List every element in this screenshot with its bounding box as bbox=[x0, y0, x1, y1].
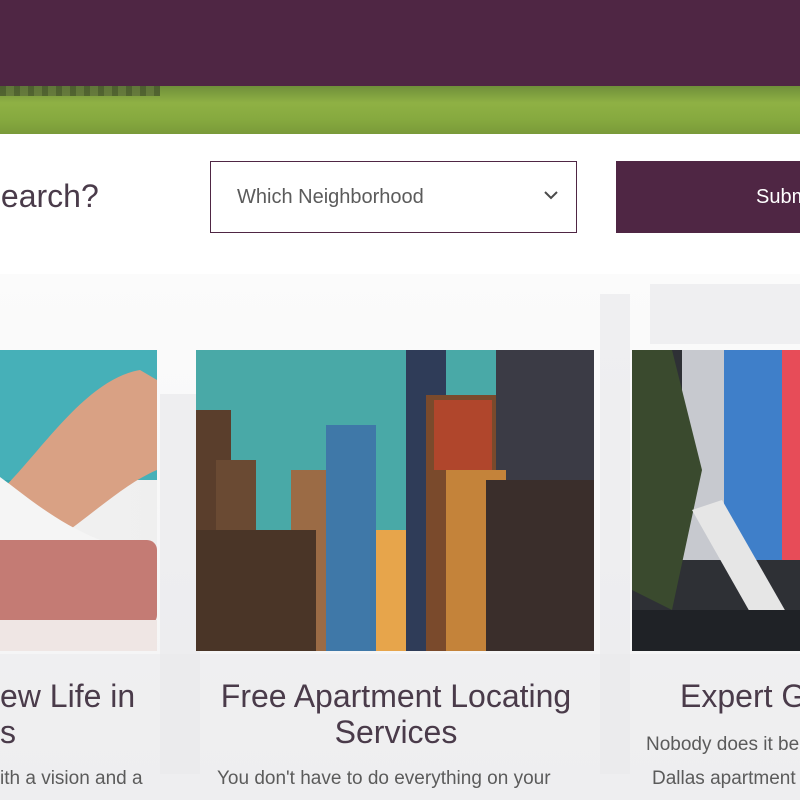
hero-image-strip bbox=[0, 86, 800, 134]
card-text: Nobody does it be bbox=[646, 734, 800, 755]
card-image-highrise bbox=[632, 350, 800, 651]
card-title: Expert G bbox=[680, 678, 800, 714]
card-title: s bbox=[0, 714, 16, 750]
card-image-lifestyle bbox=[0, 350, 157, 651]
search-question: r Search? bbox=[0, 178, 99, 214]
card-text: You don't have to do everything on your bbox=[217, 768, 551, 789]
card-text: ith a vision and a bbox=[0, 768, 143, 789]
neighborhood-select[interactable]: Which Neighborhood bbox=[210, 161, 577, 233]
chevron-down-icon bbox=[544, 191, 558, 200]
card-image-city bbox=[196, 350, 594, 651]
submit-button[interactable]: Submit bbox=[616, 161, 800, 233]
lifestyle-photo bbox=[0, 350, 157, 651]
background-building bbox=[650, 284, 800, 344]
card-text: Dallas apartment bbox=[652, 768, 796, 789]
card-title: Services bbox=[334, 714, 458, 750]
card-title: Free Apartment Locating bbox=[220, 678, 572, 714]
city-photo bbox=[196, 350, 594, 651]
search-row: r Search? Which Neighborhood Submit bbox=[0, 134, 800, 274]
card-title: ew Life in bbox=[0, 678, 136, 714]
neighborhood-select-value: Which Neighborhood bbox=[237, 186, 424, 208]
hero-trees bbox=[0, 86, 160, 96]
highrise-photo bbox=[632, 350, 800, 651]
top-banner bbox=[0, 0, 800, 86]
